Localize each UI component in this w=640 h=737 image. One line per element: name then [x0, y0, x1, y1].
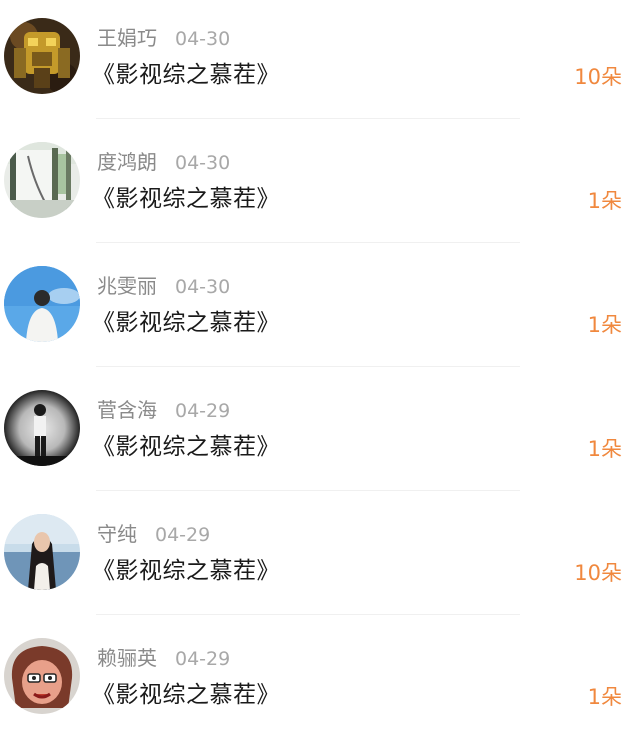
list-item[interactable]: 菅含海 04-29 《影视综之慕茬》 1朵: [0, 372, 640, 496]
item-meta: 度鸿朗 04-30: [97, 149, 230, 175]
post-date: 04-30: [175, 276, 231, 298]
post-date: 04-29: [155, 524, 211, 546]
post-date: 04-30: [175, 28, 231, 50]
flower-count: 10朵: [574, 561, 622, 585]
person-sky-avatar-icon[interactable]: [4, 266, 80, 342]
post-date: 04-30: [175, 152, 231, 174]
gift-list: 王娟巧 04-30 《影视综之慕茬》 10朵 度鸿朗 04-30 《影视综之慕茬》 …: [0, 0, 640, 737]
user-name: 赖骊英: [97, 646, 157, 670]
item-title: 《影视综之慕茬》: [92, 434, 280, 460]
flower-count: 1朵: [587, 685, 622, 709]
list-item[interactable]: 兆雯丽 04-30 《影视综之慕茬》 1朵: [0, 248, 640, 372]
bw-person-avatar-icon[interactable]: [4, 390, 80, 466]
user-name: 王娟巧: [97, 26, 157, 50]
post-date: 04-29: [175, 648, 231, 670]
item-meta: 赖骊英 04-29: [97, 645, 230, 671]
flower-count: 1朵: [587, 189, 622, 213]
girl-sea-avatar-icon[interactable]: [4, 514, 80, 590]
list-item[interactable]: 度鸿朗 04-30 《影视综之慕茬》 1朵: [0, 124, 640, 248]
window-avatar-icon[interactable]: [4, 142, 80, 218]
flower-count: 10朵: [574, 65, 622, 89]
divider: [96, 366, 520, 367]
divider: [96, 118, 520, 119]
divider: [96, 242, 520, 243]
item-title: 《影视综之慕茬》: [92, 310, 280, 336]
post-date: 04-29: [175, 400, 231, 422]
user-name: 守纯: [97, 522, 137, 546]
divider: [96, 490, 520, 491]
item-title: 《影视综之慕茬》: [92, 186, 280, 212]
item-meta: 王娟巧 04-30: [97, 25, 230, 51]
item-meta: 兆雯丽 04-30: [97, 273, 230, 299]
item-meta: 守纯 04-29: [97, 521, 210, 547]
item-title: 《影视综之慕茬》: [92, 558, 280, 584]
list-item[interactable]: 王娟巧 04-30 《影视综之慕茬》 10朵: [0, 0, 640, 124]
item-title: 《影视综之慕茬》: [92, 62, 280, 88]
list-item[interactable]: 赖骊英 04-29 《影视综之慕茬》 1朵: [0, 620, 640, 737]
robot-avatar-icon[interactable]: [4, 18, 80, 94]
user-name: 菅含海: [97, 398, 157, 422]
user-name: 兆雯丽: [97, 274, 157, 298]
list-item[interactable]: 守纯 04-29 《影视综之慕茬》 10朵: [0, 496, 640, 620]
cartoon-avatar-icon[interactable]: [4, 638, 80, 714]
item-meta: 菅含海 04-29: [97, 397, 230, 423]
item-title: 《影视综之慕茬》: [92, 682, 280, 708]
flower-count: 1朵: [587, 437, 622, 461]
divider: [96, 614, 520, 615]
user-name: 度鸿朗: [97, 150, 157, 174]
flower-count: 1朵: [587, 313, 622, 337]
